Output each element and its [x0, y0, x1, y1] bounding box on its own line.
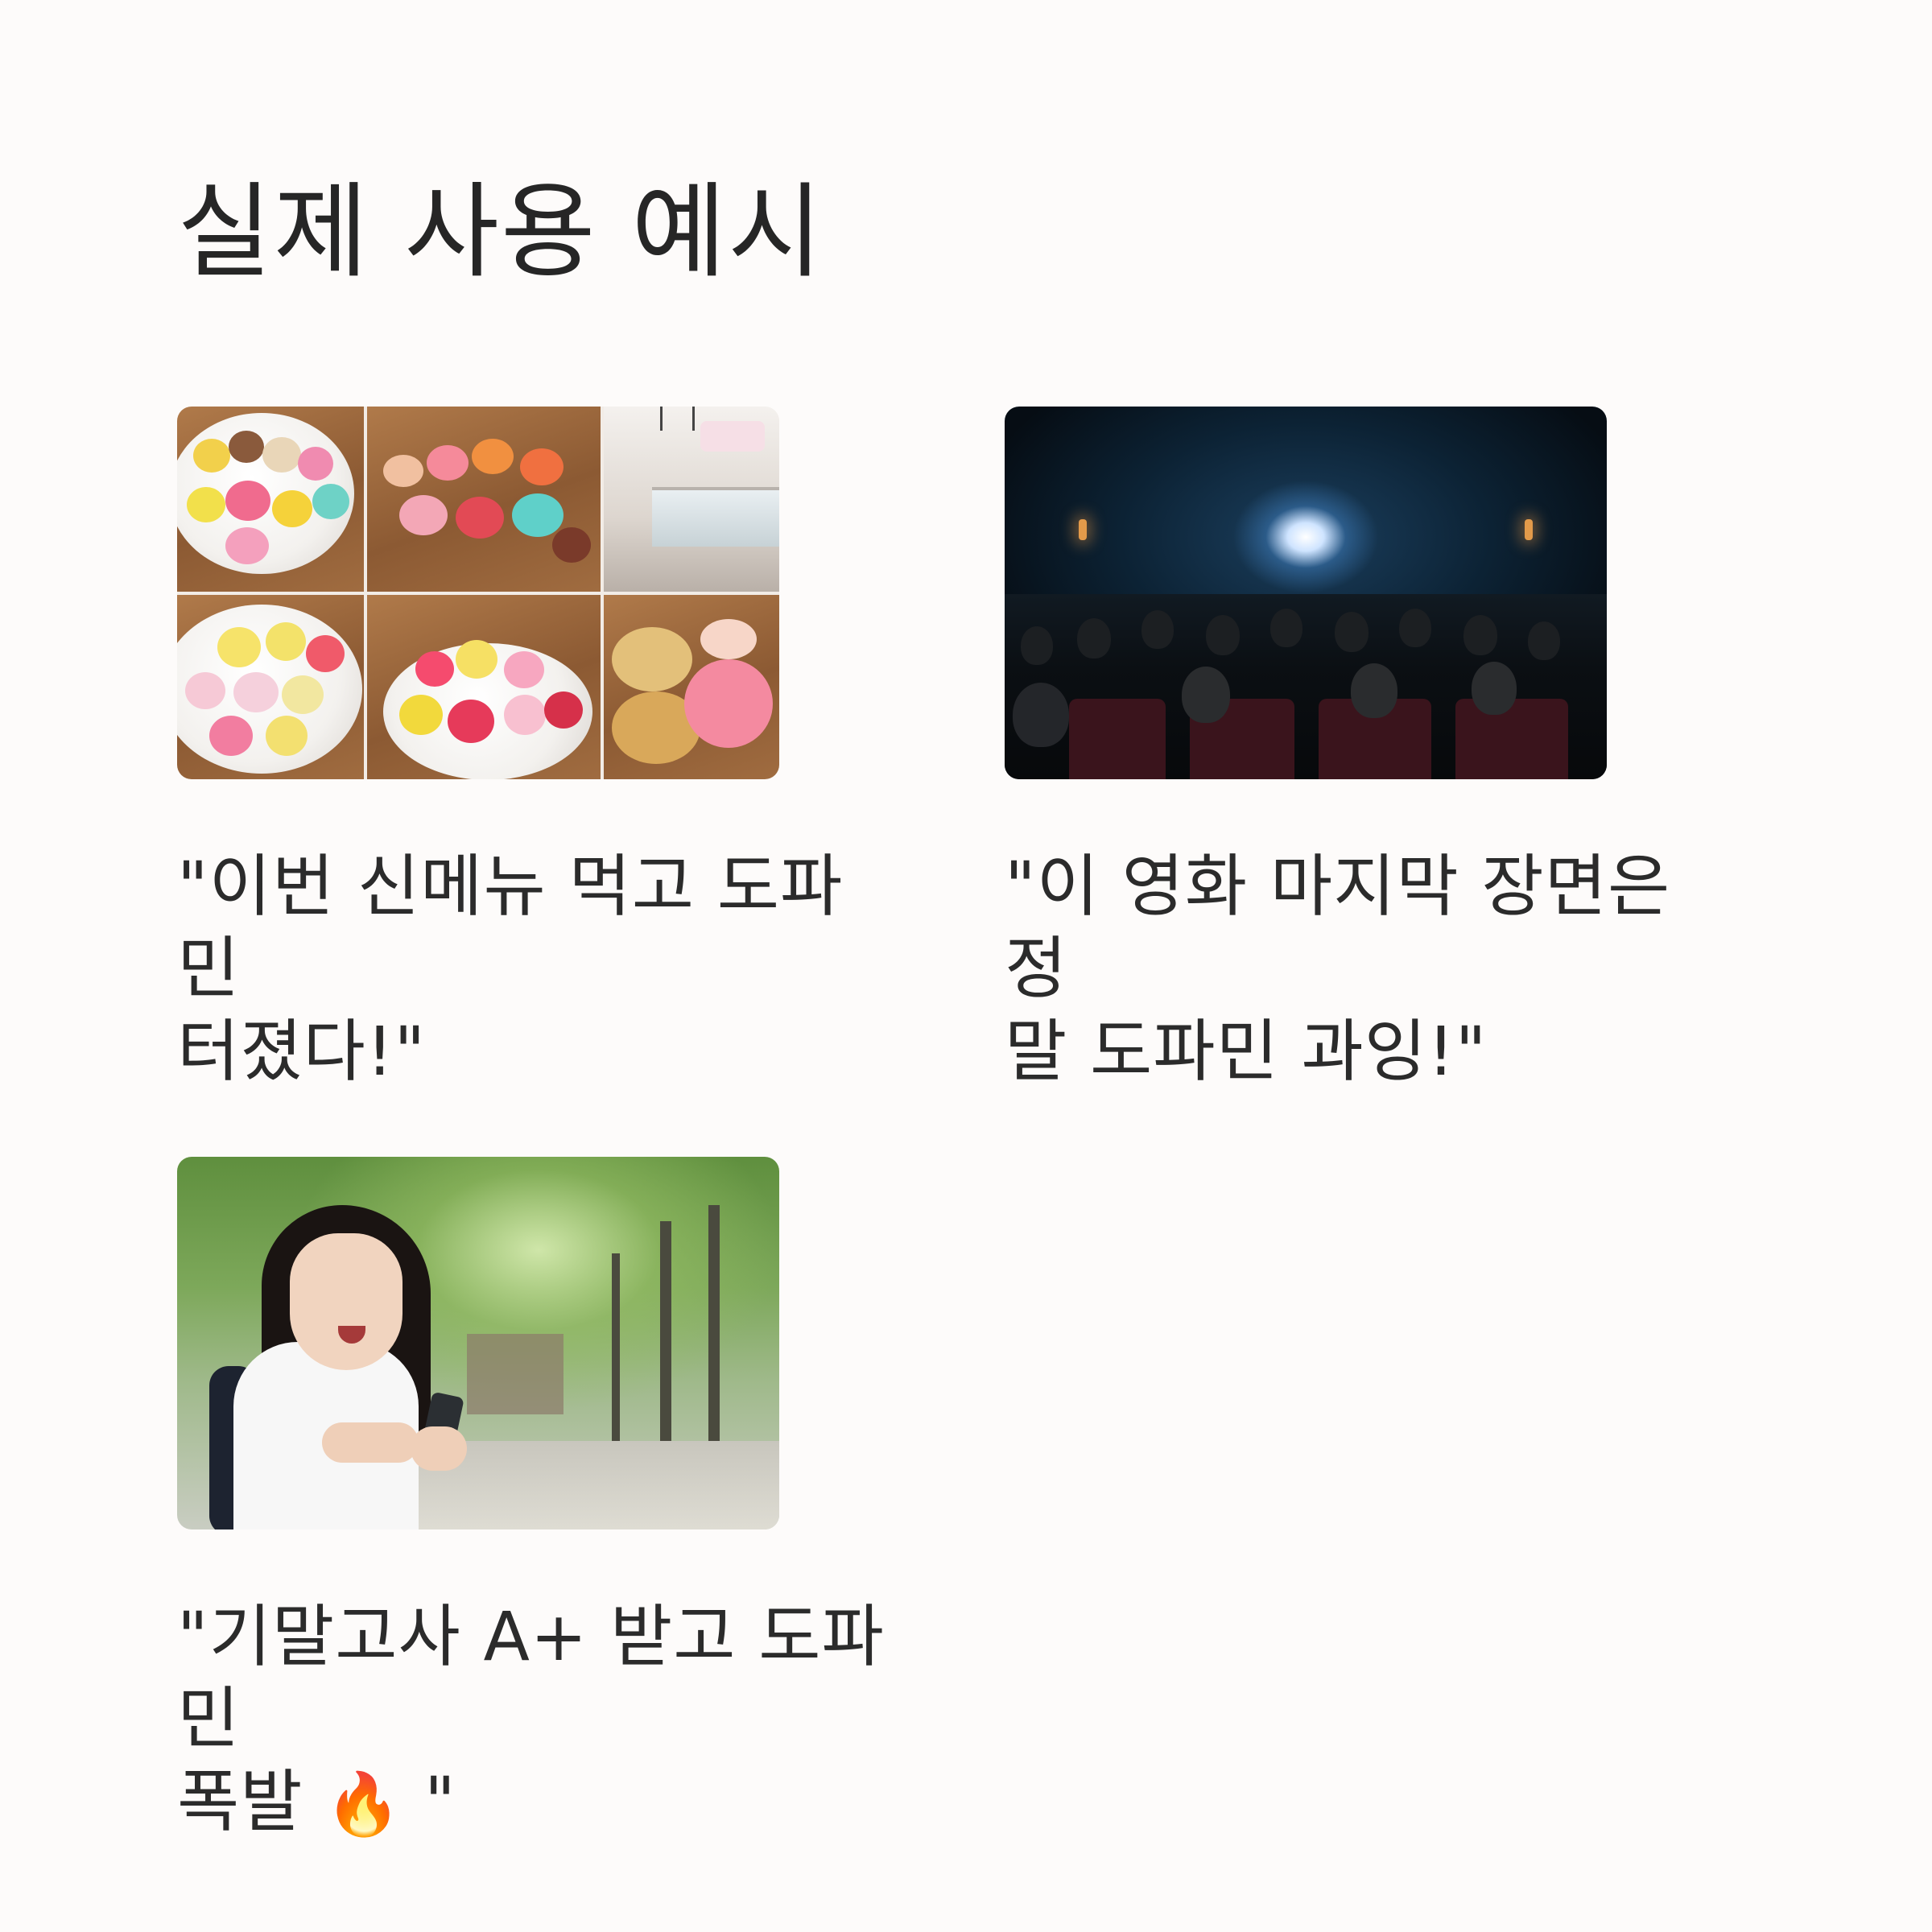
dessert-tile [367, 594, 601, 779]
dessert-tile [367, 407, 601, 592]
dessert-tile [604, 594, 779, 779]
dessert-tile [177, 594, 364, 779]
caption-line: 말 도파민 과잉!" [1005, 1011, 1488, 1091]
caption-line: "이번 신메뉴 먹고 도파민 [177, 847, 844, 1009]
dessert-collage-image [177, 407, 779, 779]
caption-line-end: " [402, 1761, 456, 1841]
page-title: 실제 사용 예시 [177, 172, 824, 292]
example-card-dessert: "이번 신메뉴 먹고 도파민 터졌다!" [177, 407, 1030, 1092]
caption-line: "기말고사 A+ 받고 도파민 [177, 1597, 885, 1759]
caption-line: 터졌다!" [177, 1011, 427, 1091]
fire-icon: 🔥 [325, 1768, 402, 1839]
dessert-tile [177, 407, 364, 592]
example-caption: "이 영화 마지막 장면은 정 말 도파민 과잉!" [1005, 845, 1729, 1092]
caption-line: 폭발 [177, 1761, 326, 1841]
student-phone-park-image [177, 1157, 779, 1530]
example-card-exam: "기말고사 A+ 받고 도파민 폭발 🔥 " [177, 1157, 1030, 1843]
cinema-audience-image [1005, 407, 1607, 779]
shop-counter-tile [604, 407, 779, 592]
example-caption: "이번 신메뉴 먹고 도파민 터졌다!" [177, 845, 902, 1092]
example-caption: "기말고사 A+ 받고 도파민 폭발 🔥 " [177, 1596, 902, 1843]
caption-line: "이 영화 마지막 장면은 정 [1005, 847, 1671, 1009]
example-card-cinema: "이 영화 마지막 장면은 정 말 도파민 과잉!" [1005, 407, 1858, 1092]
